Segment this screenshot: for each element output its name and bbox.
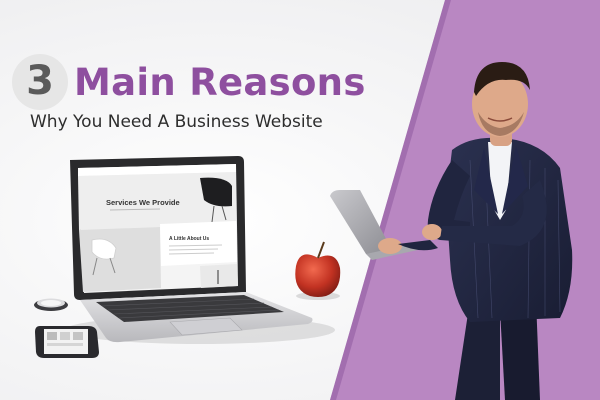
smartphone: [35, 326, 99, 358]
laptop-card-heading: A Little About Us: [169, 236, 209, 242]
desk-laptop: Services We Provide A Little About Us: [65, 156, 335, 344]
laptop-hero-heading: Services We Provide: [106, 198, 180, 207]
illustration: Services We Provide A Little About Us: [34, 62, 573, 400]
businessman: [330, 62, 573, 400]
wristwatch: [34, 298, 68, 311]
apple: [295, 241, 341, 300]
banner-canvas: 3 Main Reasons Why You Need A Business W…: [0, 0, 600, 400]
